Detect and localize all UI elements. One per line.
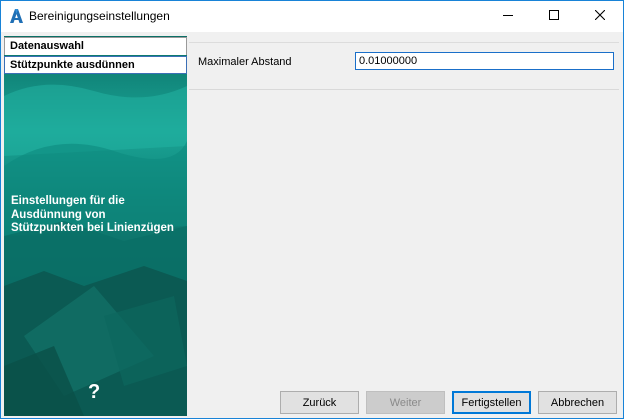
settings-panel: Maximaler Abstand Zurück Weiter Fertigst… — [189, 36, 619, 417]
cancel-button[interactable]: Abbrechen — [538, 391, 617, 414]
maximize-button[interactable] — [531, 1, 577, 32]
panel-divider-top — [189, 42, 619, 43]
close-icon — [594, 9, 606, 23]
next-button[interactable]: Weiter — [366, 391, 445, 414]
max-distance-input[interactable] — [355, 52, 614, 70]
back-button[interactable]: Zurück — [280, 391, 359, 414]
close-button[interactable] — [577, 1, 623, 32]
title-bar[interactable]: Bereinigungseinstellungen — [1, 1, 623, 32]
finish-button[interactable]: Fertigstellen — [452, 391, 531, 414]
dialog-window: Bereinigungseinstellungen Datenauswahl S… — [0, 0, 624, 419]
nav-item-datenauswahl[interactable]: Datenauswahl — [4, 37, 187, 55]
maximize-icon — [549, 10, 559, 23]
panel-divider — [189, 89, 619, 90]
step-description: Einstellungen für die Ausdünnung von Stü… — [11, 195, 174, 235]
app-icon — [8, 8, 24, 24]
minimize-icon — [503, 10, 513, 23]
nav-item-stuetzpunkte-ausduennen[interactable]: Stützpunkte ausdünnen — [4, 56, 187, 74]
max-distance-label: Maximaler Abstand — [198, 56, 292, 68]
window-title: Bereinigungseinstellungen — [29, 9, 170, 23]
minimize-button[interactable] — [485, 1, 531, 32]
wizard-navigation-panel: Datenauswahl Stützpunkte ausdünnen Einst… — [4, 36, 187, 416]
help-button[interactable]: ? — [88, 381, 100, 404]
